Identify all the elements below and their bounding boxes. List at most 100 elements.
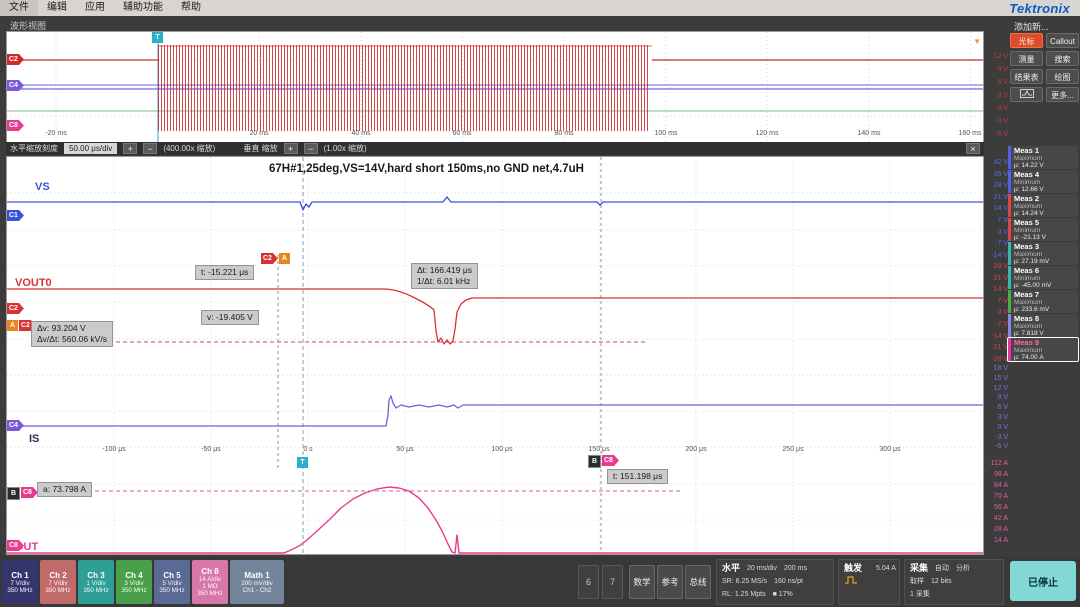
acquisition-analysis: 分析 — [956, 562, 970, 575]
bit-depth: 12 bits — [931, 575, 952, 588]
cursor-b-current-callout[interactable]: a: 73.798 A — [37, 482, 92, 497]
main-time-label: 0 s — [303, 446, 312, 453]
acquisition-panel[interactable]: 采集 自动 分析 取样 12 bits 1 采集 — [904, 559, 1004, 605]
cursor-a-time-callout[interactable]: t: -15.221 μs — [195, 265, 254, 280]
ch2-badge[interactable]: Ch 2 7 V/div 350 MHz — [40, 560, 76, 604]
close-zoom-icon[interactable]: × — [966, 143, 980, 154]
math-scale: 200 mV/div — [241, 580, 273, 587]
horizontal-scale: 20 ms/div — [747, 562, 777, 575]
ch5-badge[interactable]: Ch 5 5 V/div 350 MHz — [154, 560, 190, 604]
ch6-add-button[interactable]: 6 — [578, 565, 599, 599]
cursor-b-time-callout[interactable]: t: 151.198 μs — [607, 469, 668, 484]
v-zoom-factor: (1.00x 缩放) — [324, 143, 367, 154]
main-trigger-flag[interactable]: T — [297, 457, 308, 468]
ch7-add-button[interactable]: 7 — [602, 565, 623, 599]
meas-3-badge[interactable]: Meas 3Maximumμ: 27.19 mV — [1008, 242, 1078, 265]
more-button[interactable]: 更多... — [1046, 87, 1079, 102]
run-stop-button[interactable]: 已停止 — [1010, 561, 1076, 601]
vs-label[interactable]: VS — [35, 181, 50, 193]
cursor-a-marker-channel[interactable]: C2 — [261, 253, 278, 264]
cursor-b-channel-flag[interactable]: C8 — [21, 487, 38, 498]
h-zoom-in-button[interactable]: + — [123, 143, 137, 154]
v-zoom-out-button[interactable]: − — [304, 143, 318, 154]
overview-time-label: 160 ms — [959, 130, 982, 137]
add-bus-button[interactable]: 总线 — [685, 565, 711, 599]
out-scale: 112 A98 A84 A70 A56 A42 A28 A14 A — [984, 458, 1008, 546]
ch-bandwidth: 350 MHz — [159, 587, 184, 594]
overview-trigger-flag[interactable]: T — [152, 32, 163, 43]
cursor-b-icon[interactable]: B — [7, 487, 20, 500]
meas-id: Meas 2 — [1014, 195, 1044, 203]
meas-6-badge[interactable]: Meas 6Minimumμ: -45.00 mV — [1008, 266, 1078, 289]
delta-time-callout[interactable]: Δt: 166.419 μs 1/Δt: 6.01 kHz — [411, 263, 478, 289]
meas-stat: Maximum — [1014, 299, 1049, 306]
ch3-badge[interactable]: Ch 3 1 V/div 350 MHz — [78, 560, 114, 604]
meas-stat: Maximum — [1014, 347, 1044, 354]
meas-1-badge[interactable]: Meas 1Maximumμ: 14.22 V — [1008, 146, 1078, 169]
overview-time-label: 80 ms — [554, 130, 573, 137]
cursor-b-source-badge[interactable]: B C8 — [7, 487, 38, 500]
cursor-a-marker-icon[interactable]: A — [279, 253, 290, 264]
meas-5-badge[interactable]: Meas 5Minimumμ: -21.13 V — [1008, 218, 1078, 241]
ch-scale: 5 V/div — [162, 580, 181, 587]
meas-2-badge[interactable]: Meas 2Maximumμ: 14.24 V — [1008, 194, 1078, 217]
is-scale: 18 V15 V12 V9 V6 V3 V0 V-3 V-6 V — [984, 364, 1008, 452]
main-waveform-view[interactable]: 67H#1,25deg,VS=14V,hard short 150ms,no G… — [6, 156, 984, 555]
measure-button[interactable]: 测量 — [1010, 51, 1043, 66]
vout0-label[interactable]: VOUT0 — [15, 277, 52, 289]
delta-v-value: Δv: 93.204 V — [37, 323, 107, 334]
results-table-button[interactable]: 结果表 — [1010, 69, 1043, 84]
ch4-badge[interactable]: Ch 4 3 V/div 350 MHz — [116, 560, 152, 604]
menu-file[interactable]: 文件 — [0, 0, 38, 16]
cursor-b-marker-channel[interactable]: C8 — [602, 455, 619, 466]
overview-time-label: -20 ms — [45, 130, 66, 137]
oscilloscope-app: 文件 编辑 应用 辅助功能 帮助 Tektronix 波形视图 C2 C4 C8… — [0, 0, 1080, 607]
annotation-title[interactable]: 67H#1,25deg,VS=14V,hard short 150ms,no G… — [269, 163, 584, 175]
v-zoom-in-button[interactable]: + — [284, 143, 298, 154]
ch8-badge[interactable]: Ch 8 14 A/div 1 MΩ 350 MHz — [192, 560, 228, 604]
cursor-button[interactable]: 光标 — [1010, 33, 1043, 48]
meas-7-badge[interactable]: Meas 7Maximumμ: 233.6 mV — [1008, 290, 1078, 313]
horizontal-zoom-bar: 水平缩放刻度 50.00 μs/div + − (400.00x 缩放) 垂直 … — [6, 142, 984, 155]
overview-waveform-view[interactable]: C2 C4 C8 T ▼ -20 ms 20 ms 40 ms 60 ms 80… — [6, 31, 984, 143]
ch-name: Ch 2 — [49, 571, 66, 580]
is-label[interactable]: IS — [29, 433, 39, 445]
search-button[interactable]: 搜索 — [1046, 51, 1079, 66]
callout-button[interactable]: Callout — [1046, 33, 1079, 48]
overview-time-label: 120 ms — [756, 130, 779, 137]
cursor-b-marker-icon[interactable]: B — [588, 455, 601, 468]
plot-button[interactable]: 绘图 — [1046, 69, 1079, 84]
horizontal-panel[interactable]: 水平 20 ms/div 200 ms SR: 6.25 MS/s 160 ns… — [716, 559, 834, 605]
meas-8-badge[interactable]: Meas 8Maximumμ: 7.818 V — [1008, 314, 1078, 337]
cursor-a-voltage-callout[interactable]: v: -19.405 V — [201, 310, 259, 325]
meas-9-badge[interactable]: Meas 9Maximumμ: 74.00 A — [1008, 338, 1078, 361]
overview-time-label: 100 ms — [655, 130, 678, 137]
sample-rate: SR: 6.25 MS/s — [722, 575, 767, 588]
menu-apps[interactable]: 应用 — [76, 0, 114, 16]
add-math-button[interactable]: 数学 — [629, 565, 655, 599]
math-expression: Ch1 - Ch2 — [243, 587, 272, 594]
menu-edit[interactable]: 编辑 — [38, 0, 76, 16]
cursor-a-marker[interactable]: C2 A — [261, 253, 290, 264]
cursor-b-marker[interactable]: B C8 — [588, 455, 619, 468]
main-time-label: -50 μs — [201, 446, 221, 453]
h-zoom-out-button[interactable]: − — [143, 143, 157, 154]
menu-utility[interactable]: 辅助功能 — [114, 0, 172, 16]
meas-id: Meas 9 — [1014, 339, 1044, 347]
ch1-badge[interactable]: Ch 1 7 V/div 350 MHz — [2, 560, 38, 604]
scope-display-icon-button[interactable] — [1010, 87, 1043, 102]
meas-id: Meas 8 — [1014, 315, 1044, 323]
cursor-a-icon[interactable]: A — [7, 320, 18, 331]
meas-4-badge[interactable]: Meas 4Minimumμ: 12.66 V — [1008, 170, 1078, 193]
ch-scale: 7 V/div — [10, 580, 29, 587]
delta-voltage-callout[interactable]: Δv: 93.204 V Δv/Δt: 560.06 kV/s — [31, 321, 113, 347]
meas-value: μ: -21.13 V — [1014, 234, 1046, 241]
main-time-label: 250 μs — [782, 446, 803, 453]
menu-help[interactable]: 帮助 — [172, 0, 210, 16]
trigger-panel[interactable]: 触发 5.04 A — [838, 559, 900, 605]
trigger-level-marker[interactable]: ▼ — [973, 37, 981, 46]
math1-badge[interactable]: Math 1 200 mV/div Ch1 - Ch2 — [230, 560, 284, 604]
add-reference-button[interactable]: 参考 — [657, 565, 683, 599]
inverse-delta-t-value: 1/Δt: 6.01 kHz — [417, 276, 472, 287]
zoom-scale-value[interactable]: 50.00 μs/div — [64, 143, 117, 154]
